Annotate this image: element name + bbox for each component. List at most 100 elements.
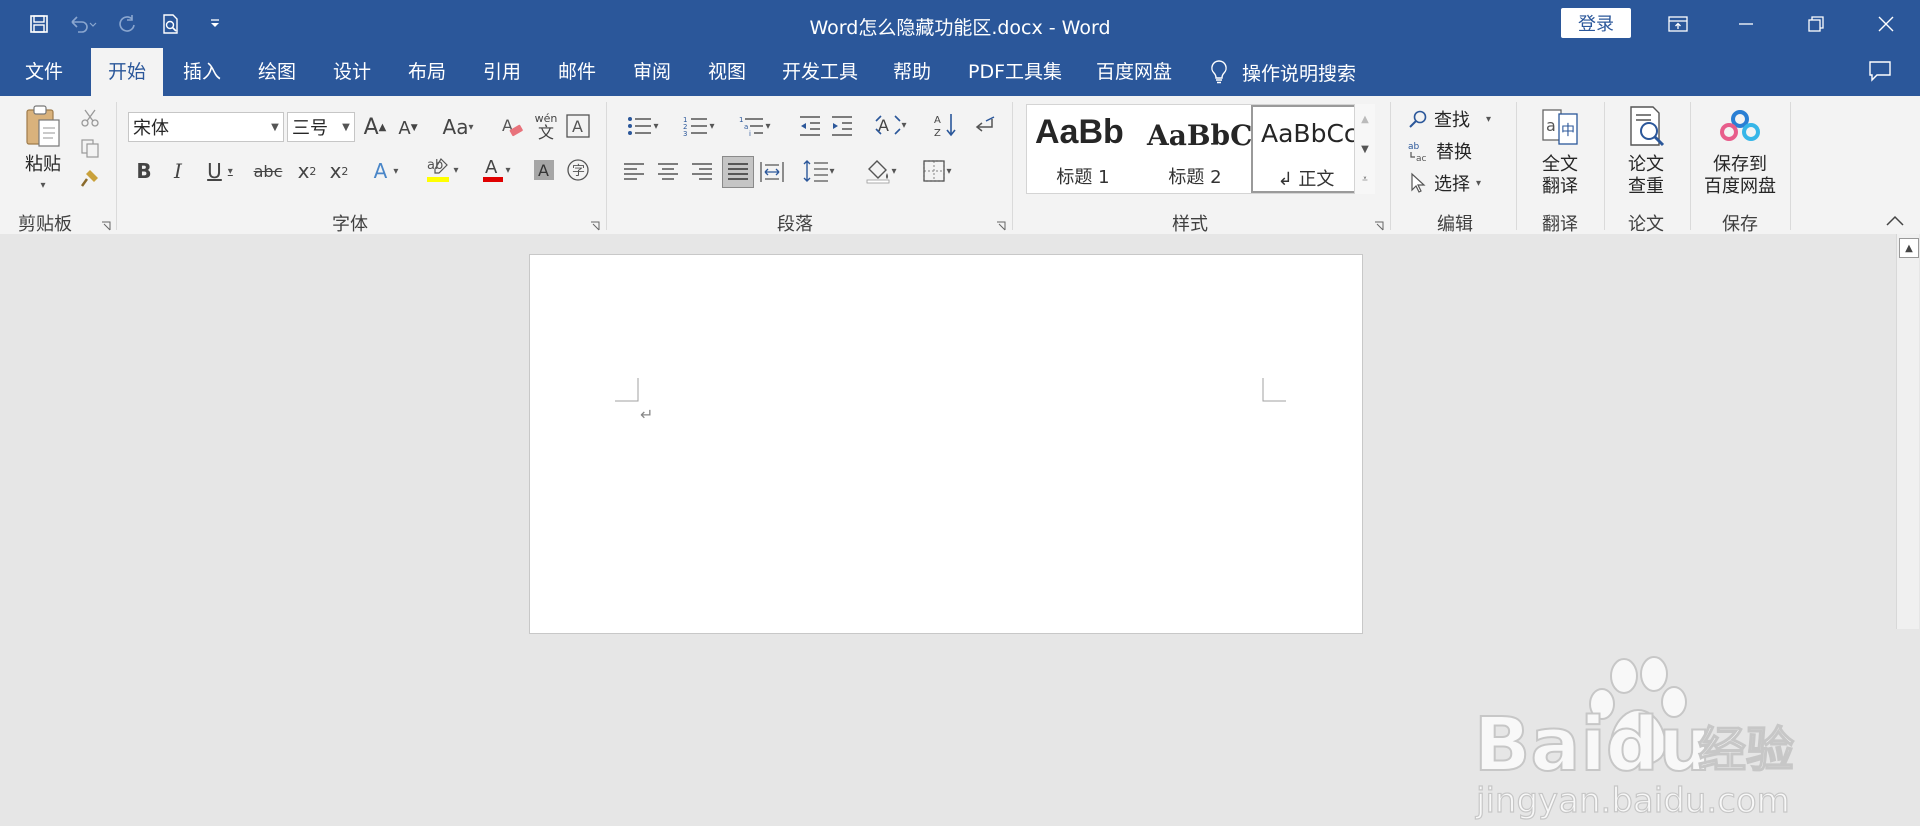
tab-pdf-tools[interactable]: PDF工具集 (960, 48, 1070, 96)
save-to-baidu-button[interactable]: 保存到 百度网盘 (1696, 154, 1784, 198)
superscript-icon[interactable]: x2 (326, 156, 352, 186)
comments-icon[interactable] (1868, 60, 1892, 86)
style-heading-2[interactable]: AaBbC 标题 2 (1139, 105, 1251, 193)
copy-icon[interactable] (78, 136, 102, 160)
full-translate-button[interactable]: 全文 翻译 (1530, 154, 1590, 198)
shrink-font-icon[interactable]: A ▼ (396, 114, 420, 142)
subscript-icon[interactable]: x2 (294, 156, 320, 186)
enclose-characters-icon[interactable]: 字 (564, 156, 592, 184)
justify-icon[interactable] (722, 156, 754, 188)
numbering-icon[interactable]: 1 2 3 ▾ (676, 112, 722, 140)
sort-icon[interactable]: AZ (932, 110, 960, 140)
font-size-value: 三号 (292, 118, 328, 139)
align-left-icon[interactable] (620, 158, 648, 186)
paste-dropdown-icon[interactable]: ▾ (36, 178, 50, 192)
styles-group-label: 样式 (1172, 214, 1208, 235)
tab-help[interactable]: 帮助 (876, 48, 948, 96)
baidu-netdisk-icon[interactable] (1716, 104, 1764, 150)
restore-icon[interactable] (1786, 0, 1846, 48)
style-heading-1[interactable]: AaBb 标题 1 (1027, 105, 1139, 193)
collapse-ribbon-icon[interactable] (1884, 212, 1906, 230)
font-color-icon[interactable]: A ▾ (474, 154, 518, 186)
character-border-icon[interactable]: A (564, 112, 592, 140)
gallery-up-icon[interactable]: ▲ (1358, 108, 1372, 130)
underline-icon[interactable]: U ▾ (200, 156, 240, 186)
style-normal[interactable]: AaBbCc ↲ 正文 (1251, 105, 1361, 193)
print-preview-icon[interactable] (152, 8, 190, 40)
tab-layout[interactable]: 布局 (391, 48, 463, 96)
change-case-icon[interactable]: Aa ▾ (436, 112, 480, 142)
customize-qat-icon[interactable] (196, 8, 234, 40)
translate-icon[interactable]: a中 (1536, 104, 1584, 150)
ribbon-display-options-icon[interactable] (1648, 0, 1708, 48)
minimize-icon[interactable] (1716, 0, 1776, 48)
bullets-icon[interactable]: ▾ (620, 112, 666, 140)
undo-icon[interactable] (64, 8, 102, 40)
paragraph-launcher-icon[interactable] (996, 216, 1006, 231)
tell-me-label: 操作说明搜索 (1242, 62, 1357, 85)
document-page[interactable]: ↵ (529, 254, 1363, 634)
tab-insert[interactable]: 插入 (166, 48, 238, 96)
group-separator (116, 102, 117, 230)
tab-developer[interactable]: 开发工具 (774, 48, 866, 96)
close-icon[interactable] (1856, 0, 1916, 48)
tab-view[interactable]: 视图 (691, 48, 763, 96)
gallery-down-icon[interactable]: ▼ (1358, 138, 1372, 160)
title-bar: Word怎么隐藏功能区.docx - Word 登录 (0, 0, 1920, 48)
tab-references[interactable]: 引用 (466, 48, 538, 96)
chevron-down-icon: ▼ (271, 121, 279, 133)
tab-review[interactable]: 审阅 (616, 48, 688, 96)
format-painter-icon[interactable] (78, 166, 102, 190)
multilevel-list-icon[interactable]: 1 a i ▾ (732, 112, 778, 140)
find-label: 查找 (1434, 110, 1470, 131)
character-shading-icon[interactable]: A (530, 156, 558, 184)
svg-text:ac: ac (1416, 154, 1427, 162)
scroll-up-icon[interactable]: ▲ (1899, 238, 1919, 258)
bold-icon[interactable]: B (132, 156, 156, 186)
redo-icon[interactable] (108, 8, 146, 40)
replace-button[interactable]: ab ac 替换 (1408, 136, 1472, 166)
strikethrough-icon[interactable]: abc (252, 156, 284, 186)
tab-file[interactable]: 文件 (8, 48, 80, 96)
grow-font-icon[interactable]: A ▲ (362, 112, 388, 142)
font-name-combo[interactable]: 宋体 ▼ (128, 112, 284, 142)
clipboard-launcher-icon[interactable] (101, 216, 111, 231)
tab-draw[interactable]: 绘图 (241, 48, 313, 96)
increase-indent-icon[interactable] (828, 112, 856, 140)
font-launcher-icon[interactable] (590, 216, 600, 231)
font-size-combo[interactable]: 三号 ▼ (287, 112, 355, 142)
italic-icon[interactable]: I (166, 156, 190, 186)
highlight-color-icon[interactable]: ab ▾ (418, 154, 466, 186)
chinese-layout-icon[interactable]: A ▾ (868, 110, 914, 140)
borders-icon[interactable]: ▾ (914, 156, 960, 186)
paper-check-icon[interactable] (1622, 104, 1670, 150)
align-center-icon[interactable] (654, 158, 682, 186)
group-separator (1604, 102, 1605, 230)
line-spacing-icon[interactable]: ▾ (796, 156, 842, 186)
distributed-icon[interactable] (758, 158, 786, 186)
find-button[interactable]: 查找 ▾ (1408, 104, 1491, 134)
paste-icon[interactable] (18, 104, 68, 148)
shading-icon[interactable]: ▾ (858, 156, 904, 186)
gallery-more-icon[interactable]: ⩡ (1358, 168, 1372, 190)
tab-home[interactable]: 开始 (91, 48, 163, 96)
paper-label-line2: 查重 (1628, 176, 1664, 197)
tab-design[interactable]: 设计 (316, 48, 388, 96)
tab-mailings[interactable]: 邮件 (541, 48, 613, 96)
window-title: Word怎么隐藏功能区.docx - Word (809, 17, 1111, 39)
phonetic-guide-icon[interactable]: wén 文 (532, 108, 560, 144)
text-effects-icon[interactable]: A ▾ (366, 156, 406, 186)
decrease-indent-icon[interactable] (796, 112, 824, 140)
cut-icon[interactable] (78, 106, 102, 130)
select-button[interactable]: 选择 ▾ (1408, 168, 1481, 198)
paper-check-button[interactable]: 论文 查重 (1616, 154, 1676, 198)
vertical-scrollbar[interactable]: ▲ (1896, 234, 1919, 629)
align-right-icon[interactable] (688, 158, 716, 186)
save-icon[interactable] (20, 8, 58, 40)
styles-launcher-icon[interactable] (1374, 216, 1384, 231)
show-paragraph-marks-icon[interactable] (970, 112, 998, 140)
login-button[interactable]: 登录 (1561, 8, 1631, 38)
tab-baidu-netdisk[interactable]: 百度网盘 (1088, 48, 1180, 96)
tell-me-search[interactable]: 操作说明搜索 (1210, 48, 1356, 96)
clear-formatting-icon[interactable]: A (498, 112, 526, 142)
